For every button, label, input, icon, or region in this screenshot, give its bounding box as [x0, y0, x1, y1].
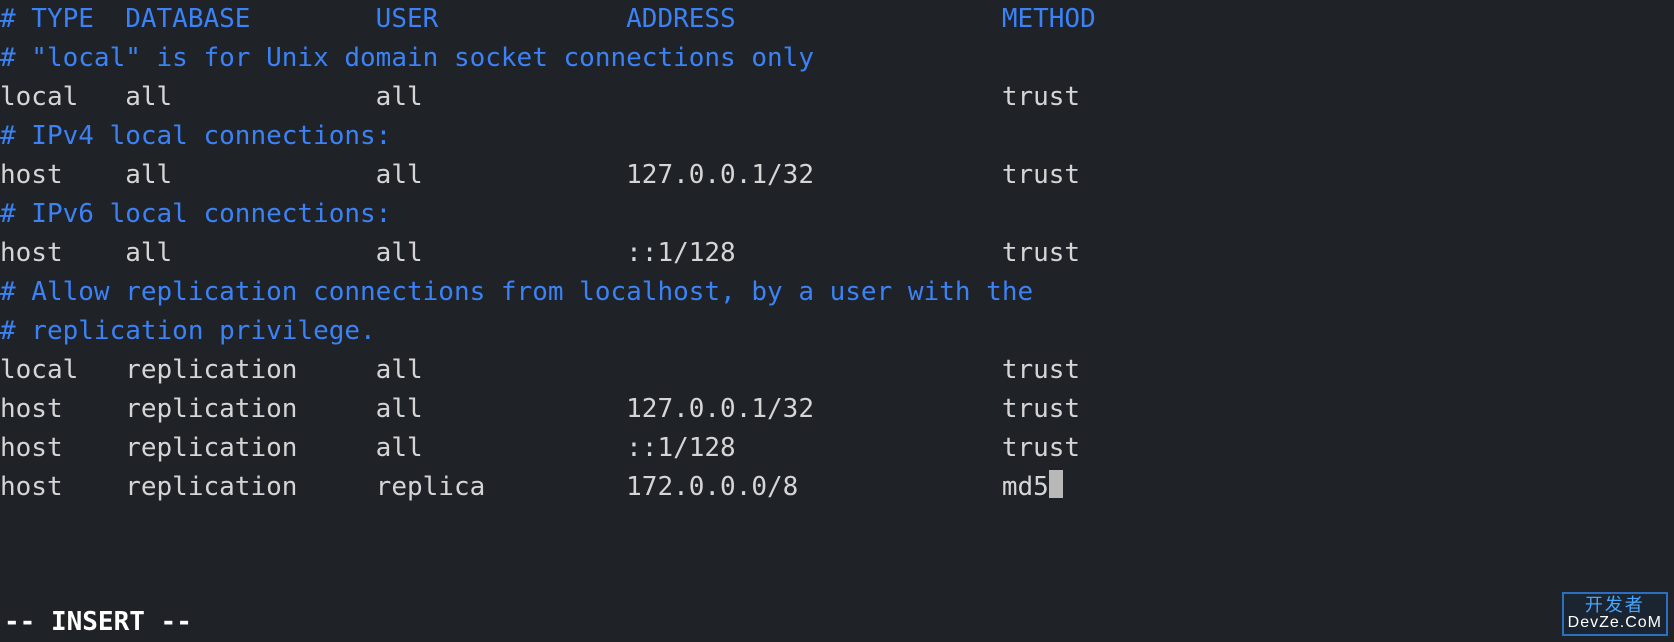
- text-cursor: [1049, 470, 1063, 499]
- editor-line[interactable]: # IPv4 local connections:: [0, 117, 1674, 156]
- watermark-line2: DevZe.CoM: [1568, 615, 1662, 632]
- editor-line[interactable]: # replication privilege.: [0, 312, 1674, 351]
- editor-line[interactable]: # TYPE DATABASE USER ADDRESS METHOD: [0, 0, 1674, 39]
- editor-line[interactable]: local all all trust: [0, 78, 1674, 117]
- editor-line[interactable]: host all all 127.0.0.1/32 trust: [0, 156, 1674, 195]
- vim-status-line: -- INSERT --: [0, 603, 1674, 642]
- editor-line[interactable]: host all all ::1/128 trust: [0, 234, 1674, 273]
- editor-area[interactable]: # TYPE DATABASE USER ADDRESS METHOD# "lo…: [0, 0, 1674, 507]
- vim-mode: INSERT: [51, 607, 145, 637]
- editor-line[interactable]: # "local" is for Unix domain socket conn…: [0, 39, 1674, 78]
- watermark-line1: 开发者: [1568, 596, 1662, 615]
- editor-line[interactable]: local replication all trust: [0, 351, 1674, 390]
- editor-line[interactable]: host replication replica 172.0.0.0/8 md5: [0, 468, 1674, 507]
- editor-line[interactable]: # IPv6 local connections:: [0, 195, 1674, 234]
- watermark: 开发者 DevZe.CoM: [1562, 592, 1668, 636]
- editor-line[interactable]: host replication all ::1/128 trust: [0, 429, 1674, 468]
- editor-line[interactable]: host replication all 127.0.0.1/32 trust: [0, 390, 1674, 429]
- editor-line[interactable]: # Allow replication connections from loc…: [0, 273, 1674, 312]
